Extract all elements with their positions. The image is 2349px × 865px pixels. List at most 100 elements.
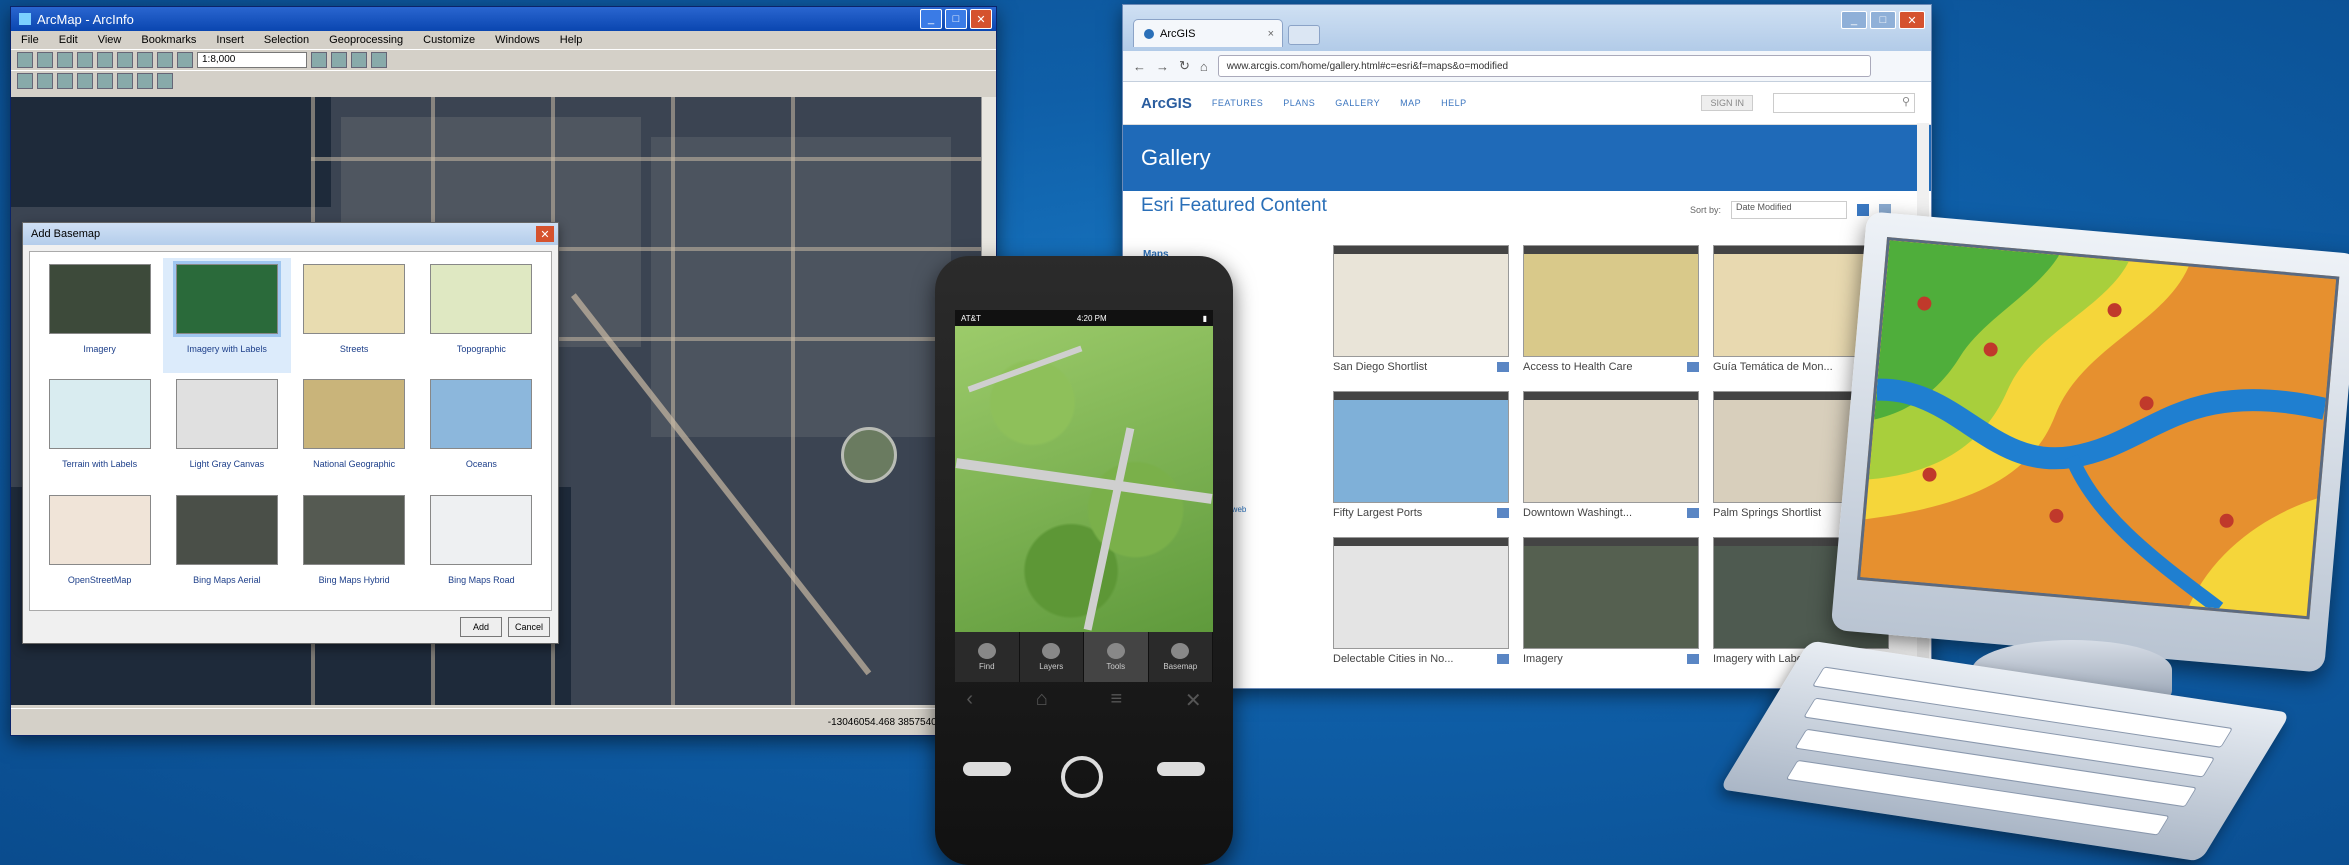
cancel-button[interactable]: Cancel bbox=[508, 617, 550, 637]
nav-plans[interactable]: PLANS bbox=[1283, 98, 1315, 108]
address-bar[interactable]: www.arcgis.com/home/gallery.html#c=esri&… bbox=[1217, 55, 1871, 77]
basemap-item[interactable]: National Geographic bbox=[291, 373, 418, 488]
basemap-item[interactable]: Light Gray Canvas bbox=[163, 373, 290, 488]
copy-icon[interactable] bbox=[117, 52, 133, 68]
phone-map[interactable] bbox=[955, 326, 1213, 632]
minimize-button[interactable]: _ bbox=[920, 9, 942, 29]
basemap-item[interactable]: Imagery bbox=[36, 258, 163, 373]
add-button[interactable]: Add bbox=[460, 617, 502, 637]
tab-layers[interactable]: Layers bbox=[1020, 632, 1084, 682]
caption-text[interactable]: Downtown Washingt... bbox=[1523, 507, 1632, 519]
gallery-thumbnail[interactable] bbox=[1333, 537, 1509, 649]
gallery-thumbnail[interactable] bbox=[1523, 537, 1699, 649]
browser-maximize-button[interactable]: □ bbox=[1870, 11, 1896, 29]
editor-icon[interactable] bbox=[311, 52, 327, 68]
dialog-close-button[interactable]: ✕ bbox=[536, 226, 554, 242]
menu-bookmarks[interactable]: Bookmarks bbox=[141, 34, 196, 46]
add-data-icon[interactable] bbox=[177, 52, 193, 68]
basemap-item[interactable]: Terrain with Labels bbox=[36, 373, 163, 488]
gallery-card[interactable]: Downtown Washingt... bbox=[1523, 391, 1699, 519]
open-icon[interactable] bbox=[37, 52, 53, 68]
arcgis-logo[interactable]: ArcGIS bbox=[1141, 95, 1192, 112]
caption-text[interactable]: Delectable Cities in No... bbox=[1333, 653, 1453, 665]
sort-select[interactable]: Date Modified bbox=[1731, 201, 1847, 219]
zoom-out-icon[interactable] bbox=[37, 73, 53, 89]
basemap-item[interactable]: Bing Maps Aerial bbox=[163, 489, 290, 604]
catalog-icon[interactable] bbox=[351, 52, 367, 68]
search-input[interactable]: ⚲ bbox=[1773, 93, 1915, 113]
menu-customize[interactable]: Customize bbox=[423, 34, 475, 46]
back-icon[interactable]: ← bbox=[1133, 59, 1146, 74]
nav-map[interactable]: MAP bbox=[1400, 98, 1421, 108]
caption-text[interactable]: San Diego Shortlist bbox=[1333, 361, 1427, 373]
browser-minimize-button[interactable]: _ bbox=[1841, 11, 1867, 29]
menu-view[interactable]: View bbox=[98, 34, 122, 46]
cut-icon[interactable] bbox=[97, 52, 113, 68]
tab-basemap[interactable]: Basemap bbox=[1149, 632, 1213, 682]
home-icon[interactable]: ⌂ bbox=[1200, 59, 1208, 74]
find-icon[interactable] bbox=[157, 73, 173, 89]
caption-text[interactable]: Fifty Largest Ports bbox=[1333, 507, 1422, 519]
gallery-thumbnail[interactable] bbox=[1333, 245, 1509, 357]
caption-text[interactable]: Access to Health Care bbox=[1523, 361, 1632, 373]
scale-input[interactable]: 1:8,000 bbox=[197, 52, 307, 68]
new-icon[interactable] bbox=[17, 52, 33, 68]
menu-file[interactable]: File bbox=[21, 34, 39, 46]
search-icon[interactable] bbox=[371, 52, 387, 68]
maximize-button[interactable]: □ bbox=[945, 9, 967, 29]
select-icon[interactable] bbox=[97, 73, 113, 89]
caption-text[interactable]: Guía Temática de Mon... bbox=[1713, 361, 1833, 373]
menu-key-icon[interactable]: ≡ bbox=[1110, 688, 1122, 713]
save-icon[interactable] bbox=[57, 52, 73, 68]
home-key-icon[interactable]: ⌂ bbox=[1036, 688, 1048, 713]
gallery-thumbnail[interactable] bbox=[1523, 391, 1699, 503]
browser-tab[interactable]: ArcGIS × bbox=[1133, 19, 1283, 47]
nav-help[interactable]: HELP bbox=[1441, 98, 1467, 108]
tab-close-icon[interactable]: × bbox=[1268, 28, 1274, 40]
caption-text[interactable]: Imagery bbox=[1523, 653, 1563, 665]
nav-features[interactable]: FEATURES bbox=[1212, 98, 1263, 108]
search-key-icon[interactable]: ✕ bbox=[1185, 688, 1202, 713]
end-call-button[interactable] bbox=[1157, 762, 1205, 776]
new-tab-button[interactable] bbox=[1288, 25, 1320, 45]
gallery-card[interactable]: San Diego Shortlist bbox=[1333, 245, 1509, 373]
full-extent-icon[interactable] bbox=[77, 73, 93, 89]
pan-icon[interactable] bbox=[57, 73, 73, 89]
basemap-item[interactable]: Streets bbox=[291, 258, 418, 373]
menu-geoprocessing[interactable]: Geoprocessing bbox=[329, 34, 403, 46]
basemap-item[interactable]: Bing Maps Road bbox=[418, 489, 545, 604]
gallery-thumbnail[interactable] bbox=[1333, 391, 1509, 503]
gallery-thumbnail[interactable] bbox=[1523, 245, 1699, 357]
gallery-card[interactable]: Fifty Largest Ports bbox=[1333, 391, 1509, 519]
basemap-item[interactable]: Topographic bbox=[418, 258, 545, 373]
menu-insert[interactable]: Insert bbox=[216, 34, 244, 46]
menu-help[interactable]: Help bbox=[560, 34, 583, 46]
basemap-item[interactable]: Bing Maps Hybrid bbox=[291, 489, 418, 604]
gallery-card[interactable]: Imagery bbox=[1523, 537, 1699, 665]
menu-selection[interactable]: Selection bbox=[264, 34, 309, 46]
tab-find[interactable]: Find bbox=[955, 632, 1020, 682]
print-icon[interactable] bbox=[77, 52, 93, 68]
gallery-card[interactable]: Delectable Cities in No... bbox=[1333, 537, 1509, 665]
undo-icon[interactable] bbox=[157, 52, 173, 68]
reload-icon[interactable]: ↻ bbox=[1179, 58, 1190, 74]
measure-icon[interactable] bbox=[137, 73, 153, 89]
call-button[interactable] bbox=[963, 762, 1011, 776]
sign-in-button[interactable]: SIGN IN bbox=[1701, 95, 1753, 111]
nav-gallery[interactable]: GALLERY bbox=[1335, 98, 1380, 108]
menu-windows[interactable]: Windows bbox=[495, 34, 540, 46]
identify-icon[interactable] bbox=[117, 73, 133, 89]
forward-icon[interactable]: → bbox=[1156, 59, 1169, 74]
table-icon[interactable] bbox=[331, 52, 347, 68]
basemap-item[interactable]: OpenStreetMap bbox=[36, 489, 163, 604]
gallery-card[interactable]: Access to Health Care bbox=[1523, 245, 1699, 373]
paste-icon[interactable] bbox=[137, 52, 153, 68]
basemap-item[interactable]: Oceans bbox=[418, 373, 545, 488]
caption-text[interactable]: Palm Springs Shortlist bbox=[1713, 507, 1821, 519]
basemap-item[interactable]: Imagery with Labels bbox=[163, 258, 291, 374]
phone-home-button[interactable] bbox=[1061, 756, 1103, 798]
browser-close-button[interactable]: ✕ bbox=[1899, 11, 1925, 29]
grid-view-icon[interactable] bbox=[1857, 204, 1869, 216]
close-button[interactable]: ✕ bbox=[970, 9, 992, 29]
menu-edit[interactable]: Edit bbox=[59, 34, 78, 46]
